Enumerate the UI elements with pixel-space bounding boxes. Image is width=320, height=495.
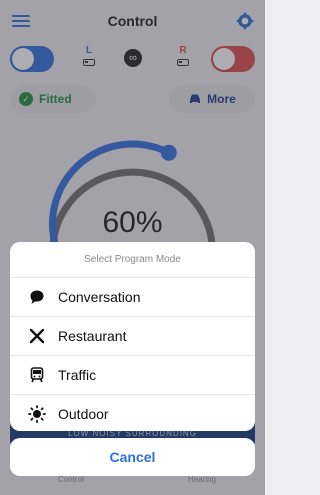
fork-knife-icon <box>28 327 46 345</box>
option-label: Traffic <box>58 367 97 383</box>
option-conversation[interactable]: Conversation <box>10 278 255 317</box>
option-traffic[interactable]: Traffic <box>10 356 255 395</box>
cancel-button[interactable]: Cancel <box>10 438 255 476</box>
train-icon <box>28 366 46 384</box>
option-outdoor[interactable]: Outdoor <box>10 395 255 431</box>
program-mode-sheet: Select Program Mode Conversation Restaur… <box>10 242 255 431</box>
option-restaurant[interactable]: Restaurant <box>10 317 255 356</box>
sheet-title: Select Program Mode <box>10 242 255 278</box>
speech-bubble-icon <box>28 288 46 306</box>
option-label: Restaurant <box>58 328 127 344</box>
sun-icon <box>28 405 46 423</box>
option-label: Outdoor <box>58 406 109 422</box>
option-label: Conversation <box>58 289 141 305</box>
